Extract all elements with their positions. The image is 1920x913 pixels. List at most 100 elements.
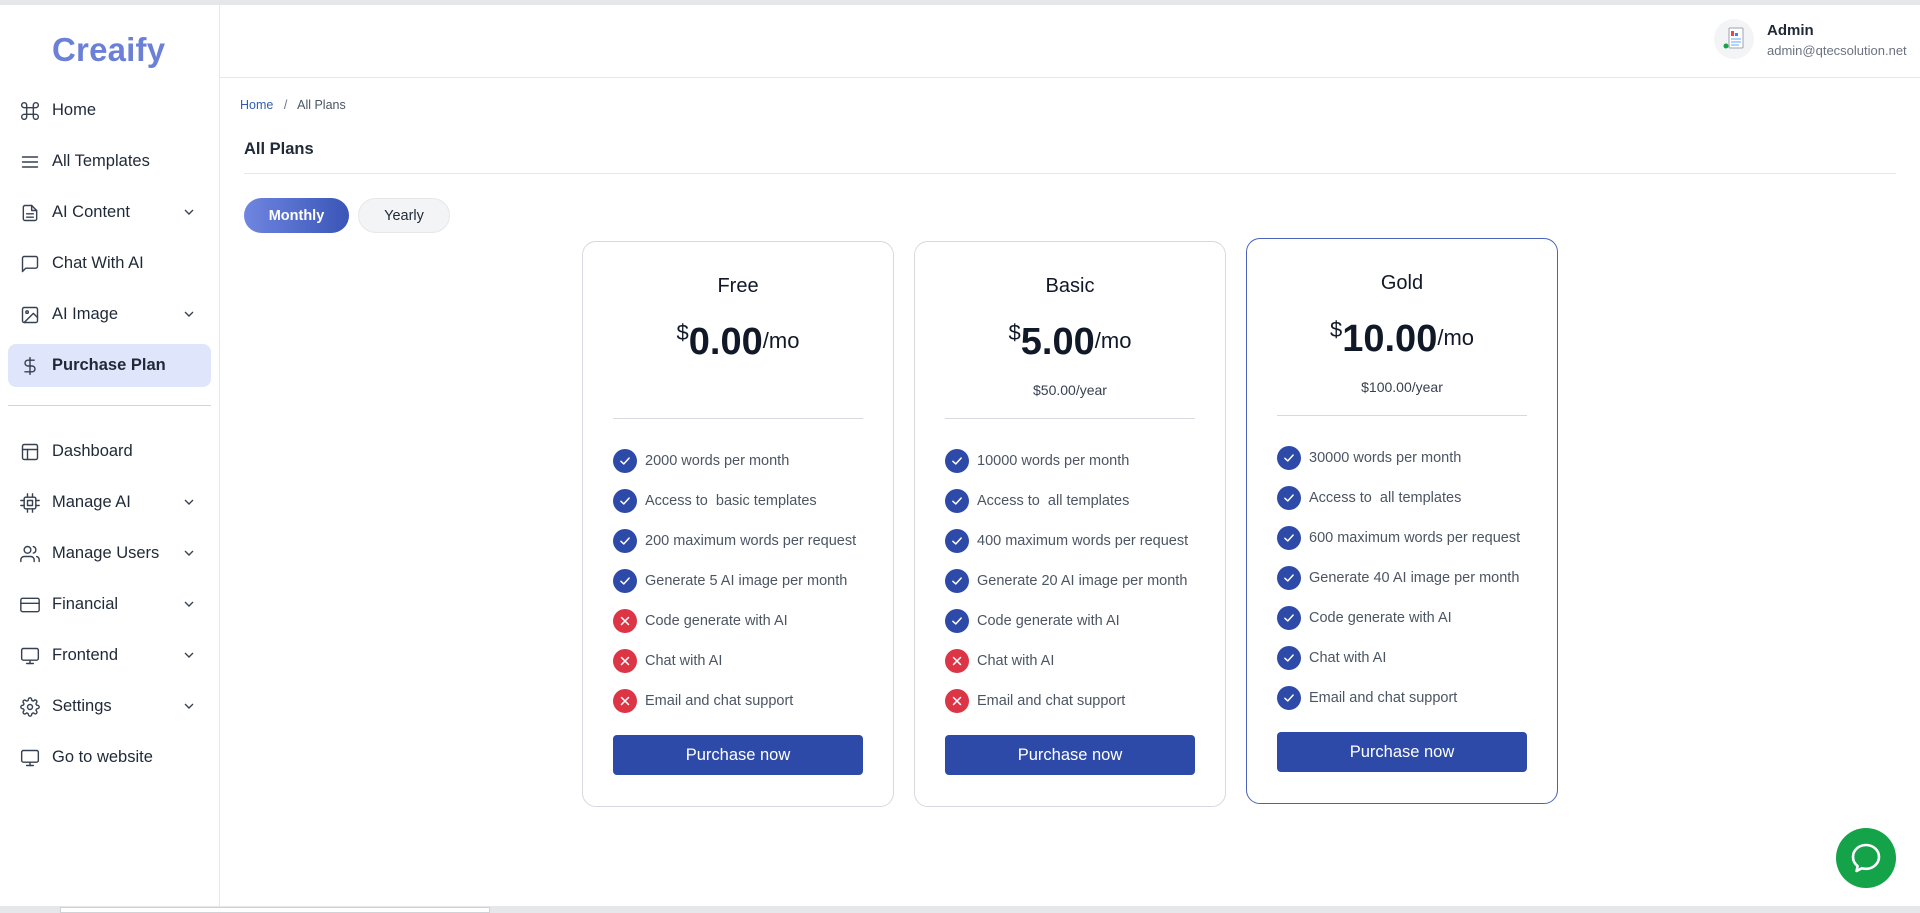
sidebar-item-frontend[interactable]: Frontend [8, 634, 211, 677]
check-circle-icon [1277, 646, 1301, 670]
image-icon [20, 305, 40, 325]
list-item: Generate 40 AI image per month [1277, 566, 1547, 606]
list-item: Generate 5 AI image per month [613, 569, 883, 609]
check-circle-icon [613, 529, 637, 553]
sidebar-item-ai-content[interactable]: AI Content [8, 191, 211, 234]
sidebar: Creaify Home All Templates AI Content Chat … [0, 5, 220, 913]
title-divider [244, 173, 1896, 174]
sidebar-item-settings[interactable]: Settings [8, 685, 211, 728]
plan-name: Gold [1380, 272, 1424, 294]
chevron-down-icon[interactable] [181, 647, 197, 663]
feature-text: Chat with AI [645, 653, 723, 669]
feature-text: Access to basic templates [645, 493, 817, 509]
price-period: /mo [1094, 328, 1132, 353]
sidebar-item-manage-users[interactable]: Manage Users [8, 532, 211, 575]
list-item: Access to all templates [945, 489, 1215, 529]
chevron-down-icon[interactable] [181, 698, 197, 714]
chat-bubble-icon [20, 254, 40, 274]
plan-price: $5.00/mo [915, 320, 1225, 364]
list-item: Chat with AI [613, 649, 883, 689]
sidebar-item-dashboard[interactable]: Dashboard [8, 430, 211, 473]
list-item: 2000 words per month [613, 449, 883, 489]
purchase-now-button[interactable]: Purchase now [613, 735, 863, 775]
feature-text: Code generate with AI [977, 613, 1120, 629]
feature-text: Chat with AI [977, 653, 1055, 669]
feature-text: Generate 40 AI image per month [1309, 570, 1520, 586]
purchase-now-button[interactable]: Purchase now [945, 735, 1195, 775]
list-item: Code generate with AI [613, 609, 883, 649]
check-circle-icon [1277, 526, 1301, 550]
check-circle-icon [1277, 446, 1301, 470]
sidebar-item-label: Manage Users [52, 544, 160, 562]
sidebar-item-financial[interactable]: Financial [8, 583, 211, 626]
check-circle-icon [945, 569, 969, 593]
monitor-icon [20, 748, 40, 768]
chat-widget-button[interactable] [1836, 828, 1896, 888]
monthly-toggle-button[interactable]: Monthly [244, 198, 349, 233]
chevron-down-icon[interactable] [181, 545, 197, 561]
sidebar-item-home[interactable]: Home [8, 89, 211, 132]
chevron-down-icon[interactable] [181, 306, 197, 322]
sidebar-item-label: AI Image [52, 305, 119, 323]
list-item: Code generate with AI [945, 609, 1215, 649]
command-icon [20, 101, 40, 121]
feature-text: Access to all templates [1309, 490, 1462, 506]
price-amount: 10.00 [1342, 318, 1438, 360]
price-amount: 5.00 [1020, 321, 1095, 363]
x-circle-icon [613, 609, 637, 633]
list-item: 10000 words per month [945, 449, 1215, 489]
check-circle-icon [945, 489, 969, 513]
chat-bubble-icon [1851, 843, 1881, 873]
app-logo[interactable]: Creaify [52, 31, 165, 69]
check-circle-icon [613, 569, 637, 593]
check-circle-icon [1277, 606, 1301, 630]
plan-name: Basic [1045, 275, 1095, 297]
chevron-down-icon[interactable] [181, 596, 197, 612]
avatar[interactable] [1714, 19, 1754, 59]
breadcrumb-home-link[interactable]: Home [240, 98, 273, 112]
feature-text: Chat with AI [1309, 650, 1387, 666]
price-currency: $ [1329, 317, 1343, 342]
plan-name: Free [717, 275, 759, 297]
chevron-down-icon[interactable] [181, 494, 197, 510]
check-circle-icon [945, 529, 969, 553]
breadcrumb: Home / All Plans [240, 98, 346, 112]
sidebar-item-label: Settings [52, 697, 112, 715]
sidebar-item-go-to-website[interactable]: Go to website [8, 736, 211, 779]
yearly-toggle-button[interactable]: Yearly [358, 198, 450, 233]
menu-lines-icon [20, 152, 40, 172]
sidebar-item-label: Financial [52, 595, 119, 613]
check-circle-icon [613, 449, 637, 473]
sidebar-item-ai-image[interactable]: AI Image [8, 293, 211, 336]
feature-text: 2000 words per month [645, 453, 790, 469]
list-item: Email and chat support [945, 689, 1215, 729]
monitor-icon [20, 646, 40, 666]
price-currency: $ [676, 320, 689, 345]
feature-text: 400 maximum words per request [977, 533, 1189, 549]
list-item: Generate 20 AI image per month [945, 569, 1215, 609]
sidebar-item-all-templates[interactable]: All Templates [8, 140, 211, 183]
list-item: Chat with AI [945, 649, 1215, 689]
cpu-icon [20, 492, 40, 513]
breadcrumb-current: All Plans [297, 98, 346, 112]
chevron-down-icon[interactable] [181, 204, 197, 220]
sidebar-nav: Home All Templates AI Content Chat With AI A… [8, 89, 211, 787]
plan-divider [613, 418, 863, 419]
plan-price: $10.00/mo [1247, 317, 1557, 361]
list-item: Email and chat support [1277, 686, 1547, 726]
x-circle-icon [945, 689, 969, 713]
purchase-now-button[interactable]: Purchase now [1277, 732, 1527, 772]
x-circle-icon [613, 649, 637, 673]
sidebar-item-purchase-plan[interactable]: Purchase Plan [8, 344, 211, 387]
sidebar-item-label: Manage AI [52, 493, 131, 511]
feature-text: Code generate with AI [645, 613, 788, 629]
scrollbar-thumb[interactable] [60, 907, 490, 913]
feature-text: Access to all templates [977, 493, 1130, 509]
sidebar-item-manage-ai[interactable]: Manage AI [8, 481, 211, 524]
dollar-icon [20, 356, 40, 376]
sidebar-item-chat-with-ai[interactable]: Chat With AI [8, 242, 211, 285]
plan-price: $0.00/mo [583, 320, 893, 364]
horizontal-scrollbar[interactable] [0, 906, 1920, 913]
x-circle-icon [613, 689, 637, 713]
plan-feature-list: 10000 words per month Access to all templ… [945, 449, 1215, 729]
